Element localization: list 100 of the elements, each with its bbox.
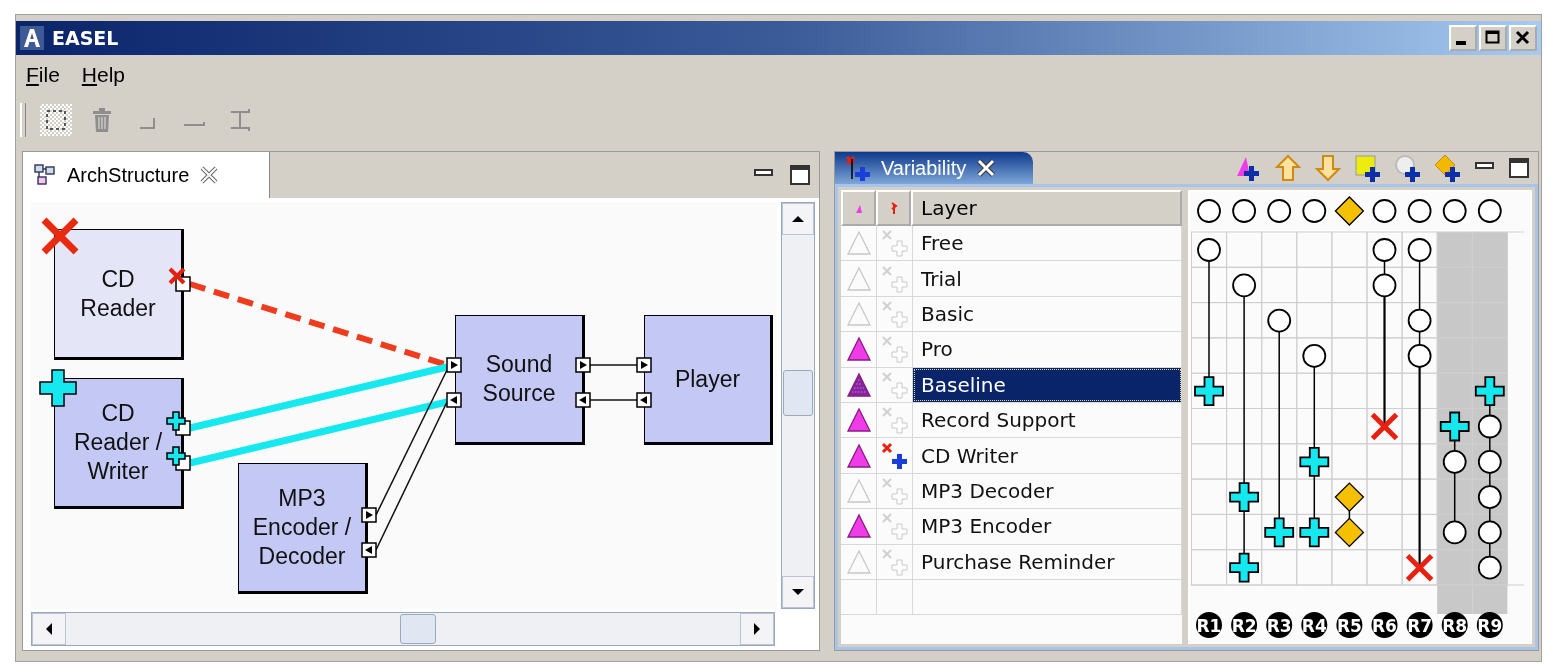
layer-name[interactable]: MP3 Decoder xyxy=(913,473,1182,509)
selection-icon[interactable] xyxy=(40,104,72,136)
column-header[interactable] xyxy=(876,190,911,226)
component-node[interactable]: CD Reader / Writer xyxy=(54,378,184,509)
view-tab[interactable]: Variability xyxy=(835,152,1033,184)
column-badge[interactable]: R3 xyxy=(1266,612,1293,638)
circle-icon[interactable] xyxy=(1302,344,1327,368)
column-badge[interactable]: R6 xyxy=(1371,612,1398,638)
circle-icon[interactable] xyxy=(1267,199,1292,223)
menu-item[interactable]: Help xyxy=(81,63,126,87)
minimize-button[interactable] xyxy=(1449,25,1477,51)
add-diamond-icon[interactable] xyxy=(1434,154,1462,182)
circle-icon[interactable] xyxy=(1477,414,1502,439)
vertical-scrollbar[interactable] xyxy=(781,202,815,609)
connector-line[interactable] xyxy=(375,369,448,516)
connector-line[interactable] xyxy=(375,401,448,551)
port-icon[interactable] xyxy=(636,357,652,373)
component-node[interactable]: Player xyxy=(644,315,773,445)
circle-icon[interactable] xyxy=(1442,449,1467,474)
left-arrow-icon xyxy=(44,622,54,636)
column-badge[interactable]: R1 xyxy=(1196,612,1222,638)
add-circle-icon[interactable] xyxy=(1394,154,1422,182)
layer-name[interactable]: Trial xyxy=(913,261,1182,296)
component-node[interactable]: CD Reader xyxy=(54,229,184,360)
circle-icon[interactable] xyxy=(1232,273,1256,298)
circle-icon[interactable] xyxy=(1442,520,1467,545)
circle-icon[interactable] xyxy=(1407,238,1432,262)
column-badge[interactable]: R4 xyxy=(1301,612,1328,638)
column-badge[interactable]: R5 xyxy=(1336,612,1363,638)
app-logo-icon xyxy=(20,26,44,50)
layer-name[interactable]: Basic xyxy=(913,296,1182,332)
horizontal-scrollbar[interactable] xyxy=(31,612,775,646)
layer-name[interactable]: Purchase Reminder xyxy=(913,544,1182,579)
scroll-thumb[interactable] xyxy=(783,370,813,416)
close-button[interactable] xyxy=(1509,25,1537,51)
port-icon[interactable] xyxy=(575,357,591,373)
scroll-left-button[interactable] xyxy=(32,613,66,645)
scroll-up-button[interactable] xyxy=(782,203,814,235)
layer-name[interactable]: CD Writer xyxy=(913,438,1182,473)
scroll-right-button[interactable] xyxy=(740,613,774,645)
variability-icon xyxy=(845,155,871,181)
maximize-button[interactable] xyxy=(1479,25,1507,51)
add-square-icon[interactable] xyxy=(1354,154,1382,182)
maximize-icon[interactable] xyxy=(1508,157,1530,179)
tab-label: Variability xyxy=(881,156,967,180)
up-arrow-icon xyxy=(791,214,805,224)
circle-icon[interactable] xyxy=(1197,238,1221,262)
plus-icon xyxy=(39,369,77,407)
menu-item[interactable]: File xyxy=(26,63,60,87)
circle-icon[interactable] xyxy=(1232,199,1256,223)
scroll-down-button[interactable] xyxy=(782,576,814,608)
port-icon[interactable] xyxy=(636,392,652,408)
plus-icon xyxy=(166,446,186,466)
circle-icon[interactable] xyxy=(1477,449,1502,474)
structure-icon xyxy=(33,163,57,187)
circle-icon[interactable] xyxy=(1372,273,1397,298)
circle-icon[interactable] xyxy=(1477,485,1502,509)
circle-icon[interactable] xyxy=(1477,555,1502,580)
circle-icon[interactable] xyxy=(1442,199,1467,223)
scroll-thumb[interactable] xyxy=(400,614,436,644)
port-icon[interactable] xyxy=(446,392,462,408)
port-icon[interactable] xyxy=(361,542,377,558)
port-icon[interactable] xyxy=(575,392,591,408)
layer-name[interactable]: Free xyxy=(913,226,1182,261)
minimize-icon xyxy=(1456,41,1466,45)
editor-tab[interactable]: ArchStructure xyxy=(23,152,270,198)
port-icon[interactable] xyxy=(361,507,377,523)
column-badge[interactable]: R2 xyxy=(1231,612,1258,638)
maximize-icon[interactable] xyxy=(789,164,811,186)
circle-icon[interactable] xyxy=(1372,199,1397,223)
close-icon[interactable] xyxy=(976,158,997,178)
column-badge[interactable]: R9 xyxy=(1476,612,1503,638)
layer-name[interactable]: Baseline xyxy=(913,367,1182,402)
down-arrow-icon xyxy=(791,587,805,597)
tab-label: ArchStructure xyxy=(67,163,190,187)
component-node[interactable]: Sound Source xyxy=(455,315,585,445)
window-title: EASEL xyxy=(52,27,119,49)
diamond-icon[interactable] xyxy=(1334,196,1365,226)
column-header[interactable]: Layer xyxy=(911,190,1182,226)
circle-icon[interactable] xyxy=(1407,199,1432,223)
cross-icon xyxy=(40,216,80,256)
circle-icon[interactable] xyxy=(1267,308,1292,333)
component-node[interactable]: MP3 Encoder / Decoder xyxy=(238,463,368,594)
toolbar-grip[interactable] xyxy=(20,103,26,137)
circle-icon[interactable] xyxy=(1372,238,1397,262)
circle-icon[interactable] xyxy=(1477,520,1502,545)
layer-name[interactable]: Record Support xyxy=(913,402,1182,438)
pin-icon xyxy=(889,201,898,215)
column-badge[interactable]: R8 xyxy=(1441,612,1468,638)
circle-icon[interactable] xyxy=(1407,308,1432,333)
circle-icon[interactable] xyxy=(1197,199,1221,223)
cross-plus-icon[interactable] xyxy=(879,440,910,471)
circle-icon[interactable] xyxy=(1302,199,1327,223)
column-badge[interactable]: R7 xyxy=(1406,612,1433,638)
cross-icon xyxy=(168,267,186,285)
port-icon[interactable] xyxy=(446,357,462,373)
circle-icon[interactable] xyxy=(1477,199,1502,223)
layer-name[interactable]: Pro xyxy=(913,332,1182,367)
circle-icon[interactable] xyxy=(1407,344,1432,368)
layer-name[interactable]: MP3 Encoder xyxy=(913,509,1182,544)
